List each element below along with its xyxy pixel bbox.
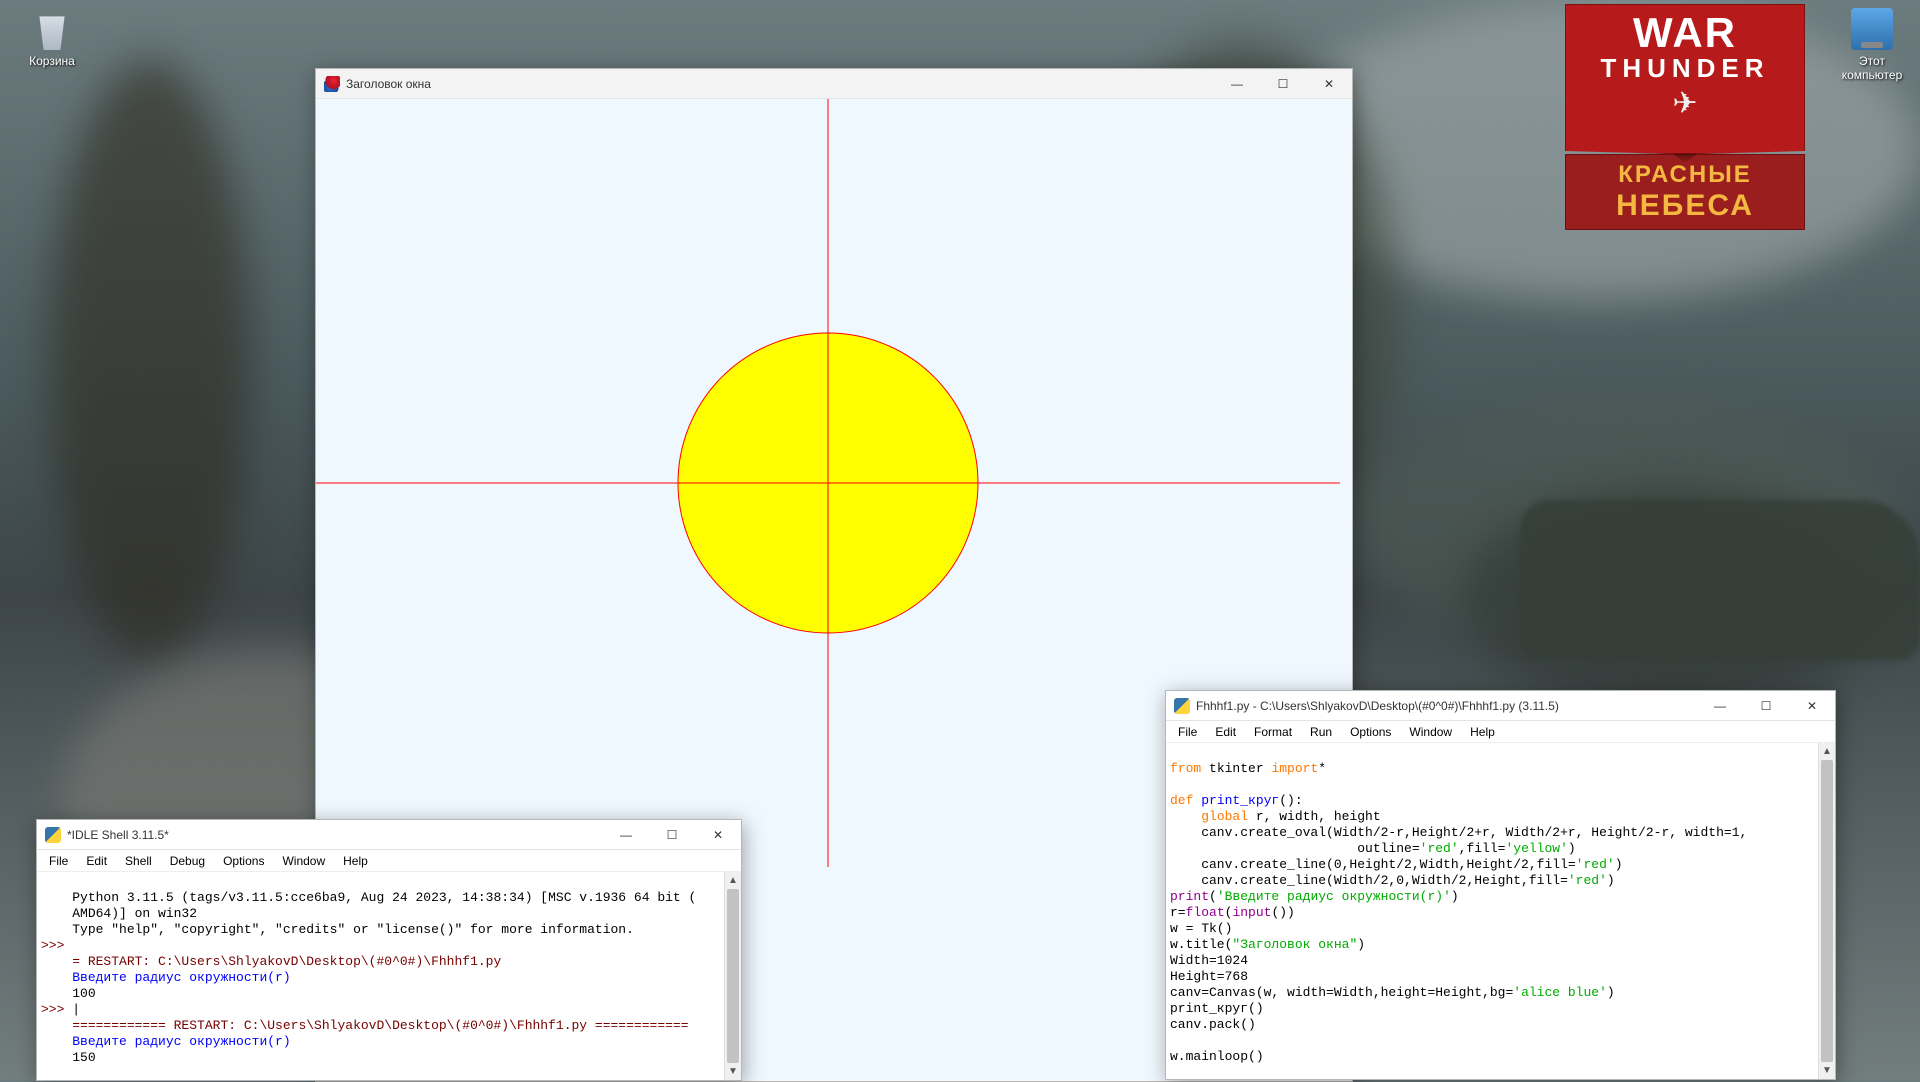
trash-icon <box>31 8 73 50</box>
editor-titlebar[interactable]: Fhhhf1.py - C:\Users\ShlyakovD\Desktop\(… <box>1166 691 1835 721</box>
editor-menubar[interactable]: FileEditFormatRunOptionsWindowHelp <box>1166 721 1835 743</box>
minimize-button[interactable]: ― <box>1214 69 1260 99</box>
wt-title-2: THUNDER <box>1566 53 1804 84</box>
scroll-up-icon[interactable]: ▲ <box>1819 743 1835 760</box>
menu-item-run[interactable]: Run <box>1302 723 1340 741</box>
menu-item-options[interactable]: Options <box>1342 723 1399 741</box>
editor-scrollbar[interactable]: ▲ ▼ <box>1818 743 1835 1079</box>
scroll-up-icon[interactable]: ▲ <box>725 872 741 889</box>
shell-title: *IDLE Shell 3.11.5* <box>67 828 603 842</box>
menu-item-debug[interactable]: Debug <box>162 852 213 870</box>
menu-item-edit[interactable]: Edit <box>1207 723 1244 741</box>
menu-item-file[interactable]: File <box>1170 723 1205 741</box>
scroll-down-icon[interactable]: ▼ <box>725 1063 741 1080</box>
close-button[interactable]: ✕ <box>1789 691 1835 721</box>
menu-item-format[interactable]: Format <box>1246 723 1300 741</box>
menu-item-edit[interactable]: Edit <box>78 852 115 870</box>
scroll-down-icon[interactable]: ▼ <box>1819 1062 1835 1079</box>
close-button[interactable]: ✕ <box>695 820 741 850</box>
tk-titlebar[interactable]: Заголовок окна ― ☐ ✕ <box>316 69 1352 99</box>
shell-menubar[interactable]: FileEditShellDebugOptionsWindowHelp <box>37 850 741 872</box>
shell-output[interactable]: Python 3.11.5 (tags/v3.11.5:cce6ba9, Aug… <box>37 872 724 1080</box>
editor-title: Fhhhf1.py - C:\Users\ShlyakovD\Desktop\(… <box>1196 699 1697 713</box>
prompt: >>> <box>41 938 72 953</box>
wt-title-1: WAR <box>1566 15 1804 51</box>
scroll-thumb[interactable] <box>1821 760 1833 1062</box>
recycle-bin-label: Корзина <box>12 54 92 68</box>
minimize-button[interactable]: ― <box>1697 691 1743 721</box>
menu-item-file[interactable]: File <box>41 852 76 870</box>
this-pc-icon[interactable]: Этот компьютер <box>1832 8 1912 82</box>
menu-item-shell[interactable]: Shell <box>117 852 160 870</box>
menu-item-help[interactable]: Help <box>1462 723 1503 741</box>
monitor-icon <box>1851 8 1893 50</box>
idle-editor-window[interactable]: Fhhhf1.py - C:\Users\ShlyakovD\Desktop\(… <box>1165 690 1836 1080</box>
minimize-button[interactable]: ― <box>603 820 649 850</box>
tk-feather-icon <box>324 76 340 92</box>
idle-shell-window[interactable]: *IDLE Shell 3.11.5* ― ☐ ✕ FileEditShellD… <box>36 819 742 1081</box>
scroll-thumb[interactable] <box>727 889 739 1063</box>
editor-code[interactable]: from tkinter import* def print_круг(): g… <box>1166 743 1818 1079</box>
caret: | <box>72 1002 80 1017</box>
wt-sub-2: НЕБЕСА <box>1566 189 1804 223</box>
wt-sub-1: КРАСНЫЕ <box>1566 161 1804 189</box>
menu-item-window[interactable]: Window <box>1401 723 1460 741</box>
maximize-button[interactable]: ☐ <box>1743 691 1789 721</box>
maximize-button[interactable]: ☐ <box>649 820 695 850</box>
python-icon <box>1174 698 1190 714</box>
python-icon <box>45 827 61 843</box>
this-pc-label: Этот компьютер <box>1832 54 1912 82</box>
close-button[interactable]: ✕ <box>1306 69 1352 99</box>
prompt: >>> <box>41 1002 72 1017</box>
menu-item-options[interactable]: Options <box>215 852 272 870</box>
menu-item-help[interactable]: Help <box>335 852 376 870</box>
shell-titlebar[interactable]: *IDLE Shell 3.11.5* ― ☐ ✕ <box>37 820 741 850</box>
airplane-icon: ✈ <box>1566 86 1804 121</box>
recycle-bin-icon[interactable]: Корзина <box>12 8 92 68</box>
war-thunder-overlay: WAR THUNDER ✈ КРАСНЫЕ НЕБЕСА <box>1565 4 1805 230</box>
tk-title: Заголовок окна <box>346 77 1214 91</box>
maximize-button[interactable]: ☐ <box>1260 69 1306 99</box>
menu-item-window[interactable]: Window <box>274 852 333 870</box>
shell-scrollbar[interactable]: ▲ ▼ <box>724 872 741 1080</box>
